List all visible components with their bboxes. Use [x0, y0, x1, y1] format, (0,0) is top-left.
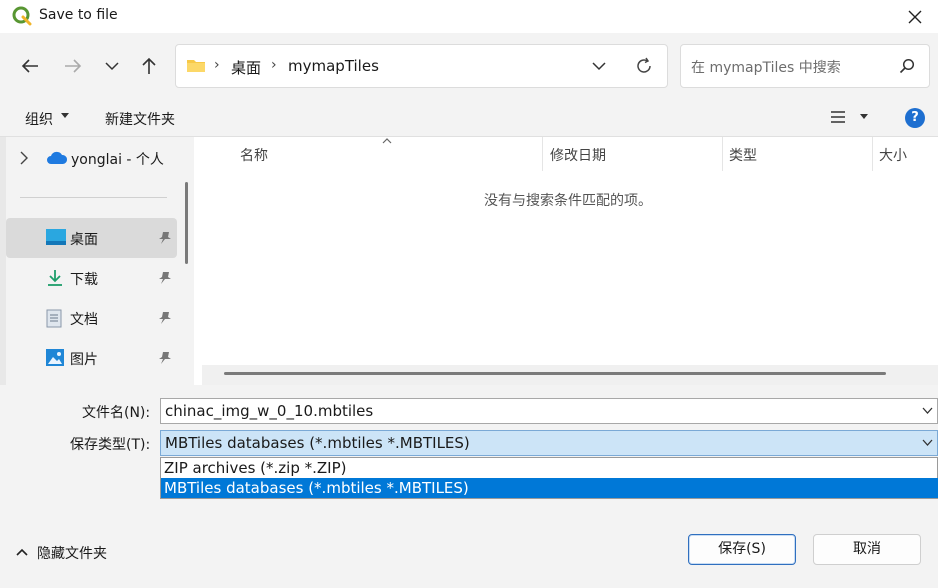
sidebar-item-label: 下载 — [70, 272, 98, 288]
refresh-icon[interactable] — [634, 56, 654, 76]
breadcrumb-mymaptiles[interactable]: mymapTiles — [288, 57, 379, 75]
chevron-down-icon[interactable] — [922, 407, 933, 414]
sidebar-scrollbar[interactable] — [185, 182, 188, 264]
breadcrumb-separator: › — [271, 57, 277, 73]
column-header-modified[interactable]: 修改日期 — [550, 145, 606, 165]
address-history-chevron-icon[interactable] — [592, 57, 606, 75]
close-button[interactable] — [892, 0, 938, 33]
search-box[interactable]: 在 mymapTiles 中搜索 — [680, 44, 930, 88]
empty-results-message: 没有与搜索条件匹配的项。 — [484, 193, 652, 209]
desktop-icon — [46, 229, 66, 245]
back-button[interactable] — [15, 51, 45, 81]
pin-icon[interactable] — [159, 311, 171, 325]
column-header-size[interactable]: 大小 — [879, 145, 907, 165]
sidebar-item-downloads[interactable]: 下载 — [6, 258, 177, 298]
cancel-button[interactable]: 取消 — [813, 534, 921, 565]
chevron-right-icon[interactable] — [20, 151, 28, 165]
filetype-option-mbtiles[interactable]: MBTiles databases (*.mbtiles *.MBTILES) — [161, 478, 938, 498]
search-icon — [899, 58, 915, 74]
column-header-type[interactable]: 类型 — [729, 145, 757, 165]
onedrive-cloud-icon — [47, 151, 68, 164]
arrow-left-icon — [21, 59, 38, 73]
forward-button[interactable] — [58, 51, 88, 81]
filetype-select[interactable]: MBTiles databases (*.mbtiles *.MBTILES) — [160, 430, 938, 456]
sidebar-item-desktop[interactable]: 桌面 — [6, 218, 177, 258]
breadcrumb-separator: › — [214, 57, 220, 73]
column-separator[interactable] — [872, 137, 873, 171]
chevron-down-icon — [105, 62, 119, 71]
window-title: Save to file — [39, 7, 118, 23]
title-bar: Save to file — [0, 0, 938, 33]
sidebar-divider — [20, 197, 167, 198]
horizontal-scrollbar-thumb[interactable] — [224, 372, 886, 375]
arrow-right-icon — [65, 59, 82, 73]
filetype-value: MBTiles databases (*.mbtiles *.MBTILES) — [165, 434, 470, 452]
filetype-option-zip[interactable]: ZIP archives (*.zip *.ZIP) — [161, 458, 938, 478]
pin-icon[interactable] — [159, 351, 171, 365]
save-form: 文件名(N): chinac_img_w_0_10.mbtiles 保存类型(T… — [0, 385, 938, 588]
file-list: 名称 修改日期 类型 大小 没有与搜索条件匹配的项。 — [194, 137, 938, 385]
view-options-caret-icon[interactable] — [860, 114, 868, 120]
save-button[interactable]: 保存(S) — [688, 534, 796, 565]
download-icon — [48, 270, 62, 286]
filetype-dropdown-list: ZIP archives (*.zip *.ZIP) MBTiles datab… — [160, 457, 938, 499]
filename-input[interactable]: chinac_img_w_0_10.mbtiles — [160, 398, 938, 424]
chevron-down-icon[interactable] — [922, 439, 933, 446]
breadcrumb-desktop[interactable]: 桌面 — [231, 57, 261, 78]
new-folder-button[interactable]: 新建文件夹 — [105, 109, 175, 129]
up-button[interactable] — [134, 51, 164, 81]
folder-icon — [187, 60, 205, 72]
document-icon — [46, 309, 62, 328]
navigation-bar: › 桌面 › mymapTiles 在 mymapTiles 中搜索 — [0, 33, 938, 99]
horizontal-scrollbar-track[interactable] — [202, 365, 938, 385]
sidebar-item-label: 桌面 — [70, 232, 98, 248]
navigation-pane: yonglai - 个人 桌面 下载 文档 图片 — [0, 137, 194, 385]
close-icon — [908, 10, 922, 23]
search-placeholder: 在 mymapTiles 中搜索 — [691, 60, 841, 76]
column-separator[interactable] — [542, 137, 543, 171]
help-button[interactable]: ? — [905, 108, 925, 128]
sidebar-item-documents[interactable]: 文档 — [6, 298, 177, 338]
picture-icon — [46, 349, 64, 366]
recent-locations-button[interactable] — [97, 51, 127, 81]
chevron-up-icon — [16, 548, 28, 556]
command-bar: 组织 新建文件夹 ? — [0, 99, 938, 137]
address-bar[interactable]: › 桌面 › mymapTiles — [175, 44, 668, 88]
pin-icon[interactable] — [159, 231, 171, 245]
qgis-logo-icon — [12, 6, 32, 26]
organize-menu[interactable]: 组织 — [25, 109, 53, 129]
onedrive-label: yonglai - 个人 — [71, 152, 164, 168]
pin-icon[interactable] — [159, 271, 171, 285]
filename-value: chinac_img_w_0_10.mbtiles — [165, 402, 374, 420]
arrow-up-icon — [142, 57, 156, 74]
caret-down-icon[interactable] — [61, 113, 69, 119]
sort-ascending-icon — [382, 138, 392, 144]
hide-folders-label: 隐藏文件夹 — [37, 546, 107, 562]
column-separator[interactable] — [722, 137, 723, 171]
sidebar-item-pictures[interactable]: 图片 — [6, 338, 177, 378]
sidebar-item-label: 图片 — [70, 352, 98, 368]
column-header-name[interactable]: 名称 — [240, 145, 268, 165]
filename-label: 文件名(N): — [82, 405, 151, 421]
sidebar-item-label: 文档 — [70, 312, 98, 328]
filetype-label: 保存类型(T): — [70, 437, 151, 453]
view-list-icon[interactable] — [830, 110, 846, 124]
